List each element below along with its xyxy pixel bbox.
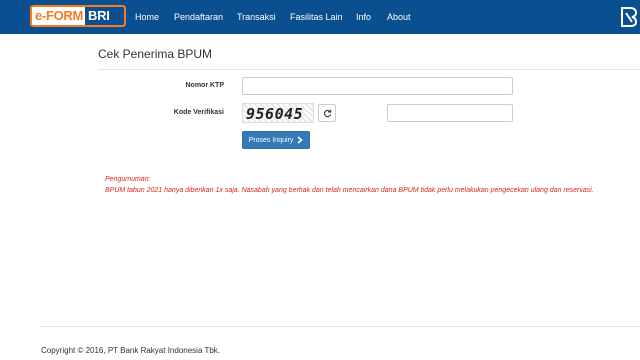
- nav-fasilitas-lain[interactable]: Fasilitas Lain: [290, 0, 343, 34]
- nav-pendaftaran[interactable]: Pendaftaran: [174, 0, 223, 34]
- logo-text-eform: e-FORM: [35, 8, 84, 23]
- refresh-icon: [323, 109, 331, 117]
- announcement: Pengumuman: BPUM tahun 2021 hanya diberi…: [105, 174, 594, 196]
- nav-home[interactable]: Home: [135, 0, 159, 34]
- title-divider: [98, 69, 640, 70]
- eform-bri-logo[interactable]: e-FORM BRI: [30, 5, 126, 27]
- captcha-image: 956045: [242, 103, 314, 123]
- nav-about[interactable]: About: [387, 0, 411, 34]
- submit-button-label: Proses Inquiry: [248, 136, 294, 144]
- footer-copyright: Copyright © 2016, PT Bank Rakyat Indones…: [41, 346, 221, 355]
- bri-logo-mark-icon: [621, 7, 638, 27]
- footer-divider: [40, 326, 640, 327]
- verification-code-input[interactable]: [387, 104, 513, 122]
- captcha-text: 956045: [246, 105, 304, 123]
- announcement-text: BPUM tahun 2021 hanya diberikan 1x saja.…: [105, 187, 594, 194]
- nav-info[interactable]: Info: [356, 0, 371, 34]
- ktp-input[interactable]: [242, 77, 513, 95]
- logo-text-bri: BRI: [85, 7, 124, 25]
- proses-inquiry-button[interactable]: Proses Inquiry: [242, 131, 310, 149]
- chevron-right-icon: [297, 136, 304, 144]
- announcement-title: Pengumuman:: [105, 176, 151, 183]
- captcha-refresh-button[interactable]: [318, 104, 336, 122]
- ktp-label: Nomor KTP: [185, 82, 225, 89]
- verification-label: Kode Verifikasi: [173, 109, 224, 116]
- top-navbar: e-FORM BRI Home Pendaftaran Transaksi Fa…: [0, 0, 640, 34]
- nav-transaksi[interactable]: Transaksi: [237, 0, 276, 34]
- page-title: Cek Penerima BPUM: [98, 47, 213, 61]
